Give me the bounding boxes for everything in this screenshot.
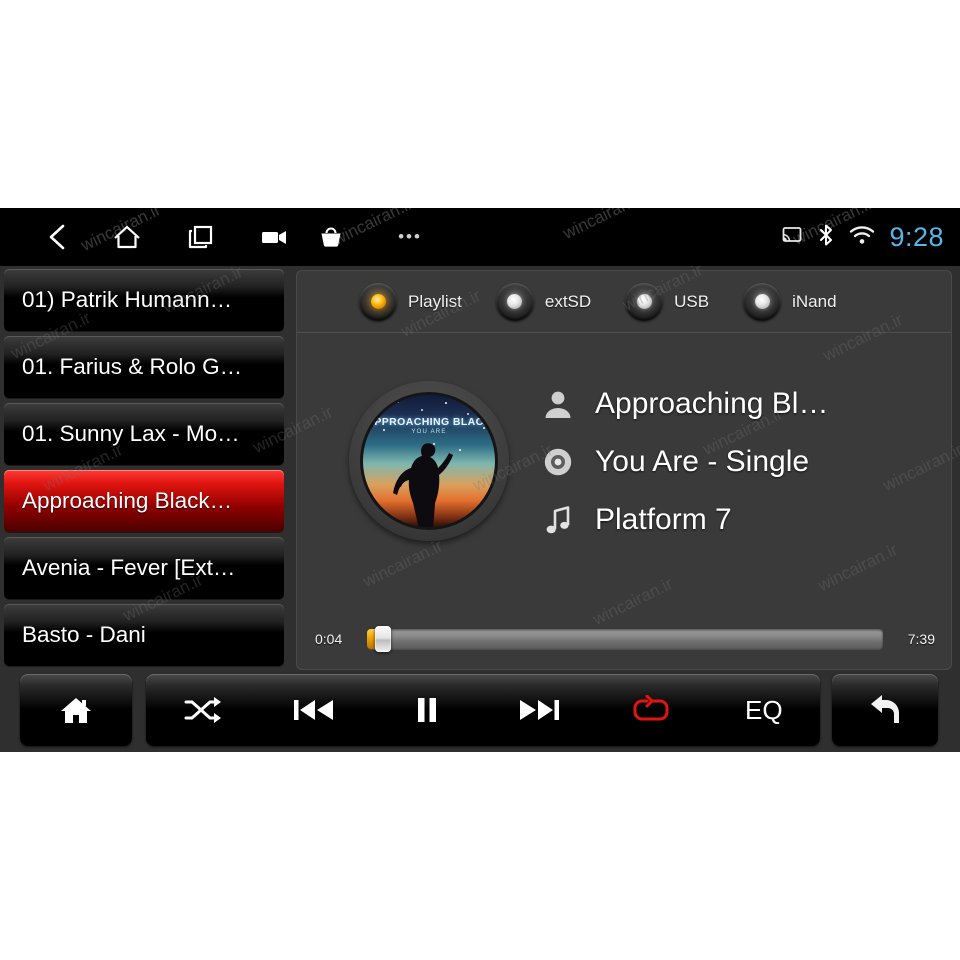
track-album: You Are - Single	[595, 445, 810, 478]
source-label: Playlist	[408, 291, 462, 311]
track-title: Platform 7	[595, 503, 732, 536]
led-indicator-icon	[359, 282, 397, 321]
album-disc-icon	[537, 447, 579, 477]
list-item-label: Basto - Dani	[22, 622, 146, 647]
list-item-label: Approaching Black…	[22, 488, 233, 513]
return-arrow-icon[interactable]	[832, 674, 938, 746]
track-info: Approaching Bl… You Are - Single Platfor…	[537, 375, 935, 549]
control-bar: EQ	[0, 674, 960, 746]
list-item[interactable]: 01. Sunny Lax - Mo…	[4, 403, 284, 465]
list-item[interactable]: Avenia - Fever [Ext…	[4, 537, 284, 599]
album-art-subtitle: YOU ARE	[411, 429, 447, 435]
album-art-title: APPROACHING BLACK	[366, 416, 492, 428]
list-item-label: Avenia - Fever [Ext…	[22, 555, 236, 580]
playlist-panel[interactable]: 01) Patrik Humann… 01. Farius & Rolo G… …	[0, 266, 288, 676]
source-label: USB	[674, 291, 710, 311]
list-item[interactable]: Basto - Dani	[4, 604, 284, 666]
led-indicator-icon	[743, 282, 782, 321]
list-item-label: 01. Farius & Rolo G…	[22, 354, 243, 379]
elapsed-time: 0:04	[315, 631, 343, 647]
shuffle-icon[interactable]	[146, 674, 258, 746]
home-button[interactable]	[20, 674, 132, 746]
source-label: extSD	[544, 291, 592, 311]
wifi-icon	[849, 225, 875, 250]
source-label: iNand	[792, 291, 837, 311]
source-selector: Playlist extSD USB iNand	[297, 271, 951, 333]
back-icon[interactable]	[28, 208, 86, 266]
clock: 9:28	[889, 221, 944, 252]
track-artist: Approaching Bl…	[595, 387, 829, 420]
source-extsd[interactable]: extSD	[495, 282, 592, 321]
progress-bar[interactable]: 0:04 7:39	[315, 626, 935, 652]
return-button[interactable]	[832, 674, 938, 746]
equalizer-button[interactable]: EQ	[708, 674, 820, 746]
cast-icon	[781, 226, 803, 249]
previous-track-icon[interactable]	[258, 674, 370, 746]
status-bar: ••• 9:28	[0, 208, 960, 266]
total-time: 7:39	[907, 631, 935, 647]
album-art: APPROACHING BLACK YOU ARE	[363, 395, 495, 527]
list-item-label: 01) Patrik Humann…	[22, 287, 233, 312]
list-item[interactable]: 01. Farius & Rolo G…	[4, 336, 284, 398]
player-panel: Playlist extSD USB iNand APPROACHING BLA…	[296, 270, 952, 670]
track-artist-row: Approaching Bl…	[537, 375, 935, 433]
list-item-selected[interactable]: Approaching Black…	[4, 470, 284, 532]
apps-basket-icon[interactable]	[302, 208, 360, 266]
album-art-frame: APPROACHING BLACK YOU ARE	[349, 381, 509, 541]
head-unit-screen: ••• 9:28 01) Patrik Humann… 01. Farius &…	[0, 208, 960, 752]
recents-icon[interactable]	[172, 208, 230, 266]
home-icon[interactable]	[98, 208, 156, 266]
more-options-icon[interactable]: •••	[390, 208, 430, 266]
source-usb[interactable]: USB	[625, 282, 710, 321]
track-album-row: You Are - Single	[537, 433, 935, 491]
seek-thumb[interactable]	[375, 626, 391, 652]
track-title-row: Platform 7	[537, 491, 935, 549]
home-icon[interactable]	[20, 674, 132, 746]
source-inand[interactable]: iNand	[743, 282, 837, 321]
next-track-icon[interactable]	[483, 674, 595, 746]
source-playlist[interactable]: Playlist	[359, 282, 462, 321]
music-note-icon	[537, 504, 579, 536]
list-item-label: 01. Sunny Lax - Mo…	[22, 421, 240, 446]
repeat-icon[interactable]	[595, 674, 707, 746]
list-item[interactable]: 01) Patrik Humann…	[4, 269, 284, 331]
led-indicator-icon	[495, 282, 534, 321]
led-indicator-icon	[625, 282, 664, 321]
status-indicators: 9:28	[781, 208, 944, 266]
artist-icon	[537, 388, 579, 420]
seek-track[interactable]	[367, 626, 883, 652]
silhouette-figure-icon	[393, 443, 454, 527]
screen-record-icon[interactable]	[246, 208, 304, 266]
transport-controls: EQ	[146, 674, 820, 746]
pause-icon[interactable]	[371, 674, 483, 746]
bluetooth-icon	[817, 223, 835, 252]
